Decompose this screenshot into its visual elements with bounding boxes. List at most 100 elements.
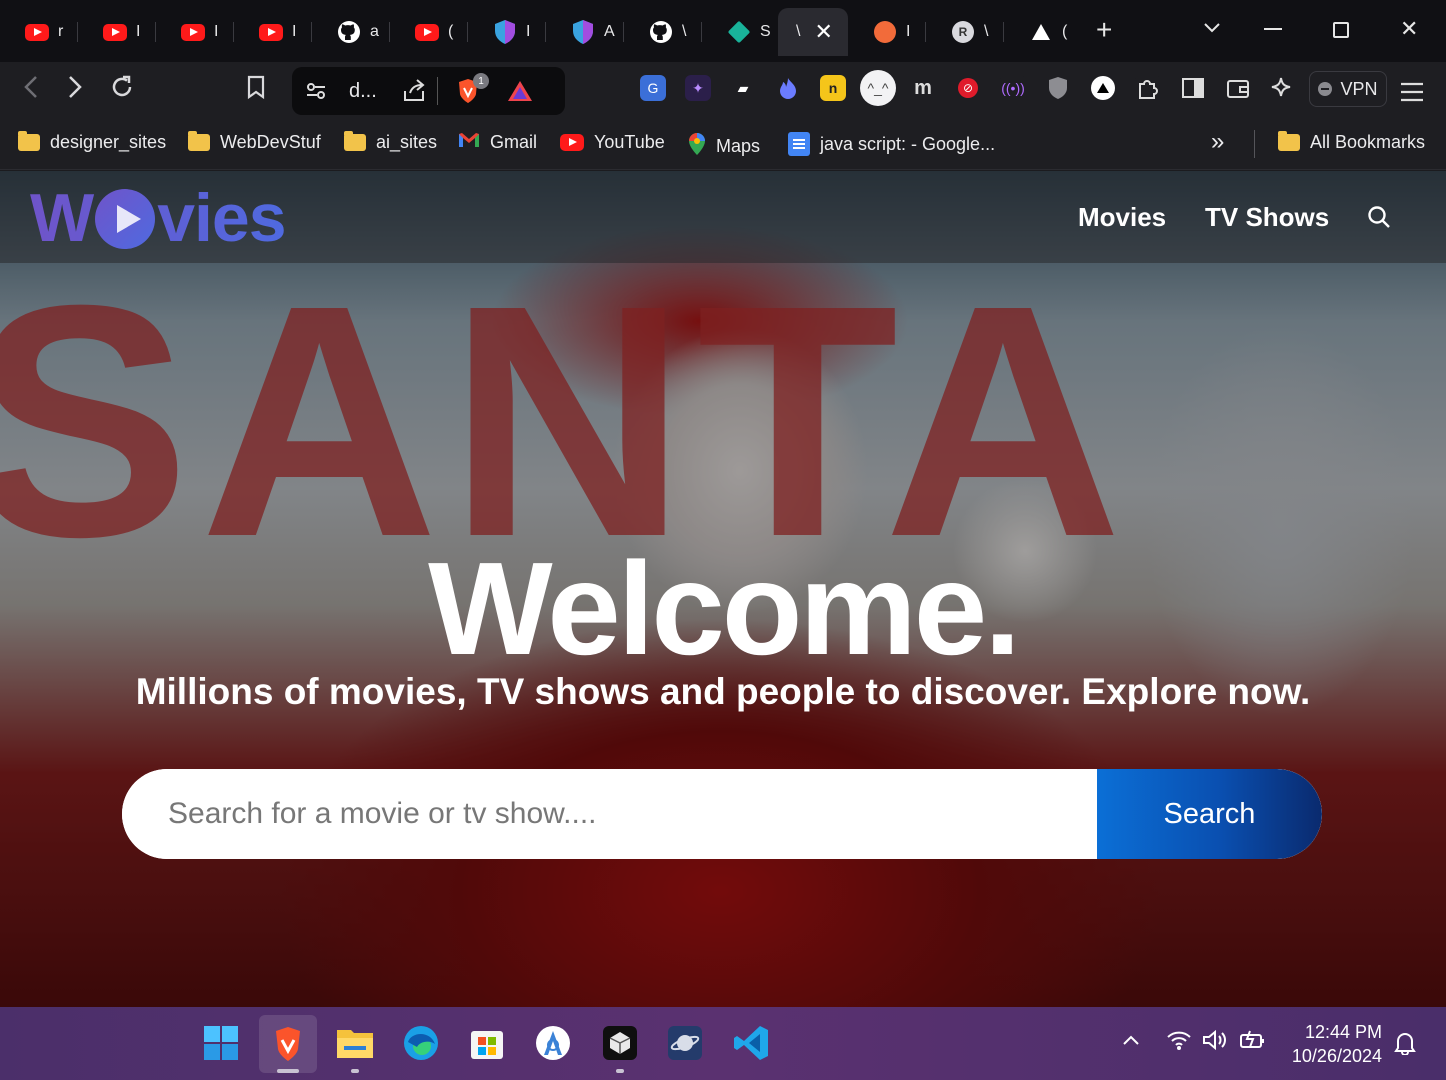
orange-app-icon: [872, 21, 898, 43]
bookmark-item[interactable]: designer_sites: [18, 131, 166, 153]
tab[interactable]: I: [156, 8, 234, 56]
google-docs-icon: [788, 132, 810, 156]
all-bookmarks-button[interactable]: All Bookmarks: [1278, 131, 1425, 153]
search-input[interactable]: [122, 769, 1097, 859]
wifi-icon[interactable]: [1166, 1029, 1192, 1057]
search-icon[interactable]: [1367, 205, 1391, 229]
diamond-icon: [726, 20, 752, 44]
tab[interactable]: \: [624, 8, 702, 56]
tab[interactable]: (: [390, 8, 468, 56]
android-studio-icon[interactable]: [534, 1024, 572, 1062]
youtube-icon: [258, 23, 284, 41]
site-settings-icon[interactable]: [305, 80, 327, 108]
folder-icon: [18, 131, 40, 151]
volume-icon[interactable]: [1202, 1029, 1228, 1057]
wallet-icon[interactable]: [1225, 75, 1251, 101]
main-menu-icon[interactable]: [1400, 78, 1424, 108]
bookmark-item[interactable]: YouTube: [560, 132, 665, 153]
block-extension-icon[interactable]: ⊘: [955, 75, 981, 101]
vpn-button[interactable]: VPN: [1309, 71, 1387, 107]
file-explorer-icon[interactable]: [336, 1024, 374, 1062]
tab-active[interactable]: \ ✕: [778, 8, 848, 56]
broadcast-extension-icon[interactable]: ((•)): [1000, 75, 1026, 101]
cursor-app-icon[interactable]: [601, 1024, 639, 1062]
tab-search-chevron-icon[interactable]: [1203, 14, 1221, 40]
site-header: Wvies Movies TV Shows: [0, 171, 1446, 263]
bookmark-icon[interactable]: [245, 74, 267, 106]
windows-taskbar: 12:44 PM 10/26/2024: [0, 1007, 1446, 1080]
back-button[interactable]: [22, 74, 40, 106]
brave-rewards-icon[interactable]: [506, 79, 534, 109]
tab[interactable]: I: [78, 8, 156, 56]
battery-charging-icon[interactable]: [1238, 1029, 1266, 1057]
tab[interactable]: (: [1004, 8, 1082, 56]
ai-sparkle-extension-icon[interactable]: ✦: [685, 75, 711, 101]
bookmark-item[interactable]: Gmail: [458, 132, 537, 153]
leo-ai-icon[interactable]: [1270, 75, 1296, 101]
tab[interactable]: a: [312, 8, 390, 56]
vscode-icon[interactable]: [732, 1024, 770, 1062]
sidebar-toggle-icon[interactable]: [1180, 75, 1206, 101]
minimize-button[interactable]: [1264, 28, 1282, 30]
tab-strip: r I I I a ( I A \ S \ ✕ I R \ ( + ✕: [0, 0, 1446, 62]
maps-pin-icon: [688, 132, 706, 161]
app-indicator: [616, 1069, 624, 1073]
bookmark-item[interactable]: Maps: [688, 132, 760, 161]
tray-overflow-chevron[interactable]: [1122, 1029, 1140, 1052]
extensions-puzzle-icon[interactable]: [1135, 75, 1161, 101]
search-button[interactable]: Search: [1097, 769, 1322, 859]
gmail-icon: [458, 132, 480, 153]
url-text[interactable]: d...: [349, 80, 377, 103]
youtube-icon: [24, 23, 50, 41]
youtube-icon: [102, 23, 128, 41]
nav-tv-shows-link[interactable]: TV Shows: [1205, 202, 1329, 233]
nav-movies-link[interactable]: Movies: [1078, 202, 1166, 233]
clock-date: 10/26/2024: [1291, 1046, 1382, 1066]
system-clock[interactable]: 12:44 PM 10/26/2024: [1286, 1020, 1382, 1068]
vercel-extension-icon[interactable]: [1090, 75, 1116, 101]
edge-icon[interactable]: [402, 1024, 440, 1062]
tab[interactable]: R \: [926, 8, 1004, 56]
github-icon: [336, 21, 362, 43]
shield-icon: [492, 20, 518, 44]
tab[interactable]: I: [848, 8, 926, 56]
m-extension-icon[interactable]: m: [910, 75, 936, 101]
youtube-icon: [560, 134, 584, 151]
tab[interactable]: r: [0, 8, 78, 56]
google-translate-extension-icon[interactable]: G: [640, 75, 666, 101]
reload-button[interactable]: [109, 74, 135, 106]
tab[interactable]: I: [234, 8, 312, 56]
forward-button[interactable]: [66, 74, 84, 106]
bookmark-item[interactable]: WebDevStuf: [188, 131, 321, 153]
windows-start-icon[interactable]: [202, 1024, 240, 1062]
brave-browser-icon[interactable]: [259, 1015, 317, 1073]
vpn-status-icon: [1318, 82, 1333, 96]
shield-icon: [570, 20, 596, 44]
site-logo[interactable]: Wvies: [30, 179, 286, 257]
close-window-button[interactable]: ✕: [1400, 16, 1418, 42]
bookmark-item[interactable]: java script: - Google...: [788, 132, 995, 156]
screen-capture-extension-icon[interactable]: ▰: [730, 75, 756, 101]
tab[interactable]: A: [546, 8, 624, 56]
planet-app-icon[interactable]: [666, 1024, 704, 1062]
address-bar[interactable]: d... 1: [292, 67, 565, 115]
more-bookmarks-chevron[interactable]: »: [1211, 128, 1224, 156]
youtube-icon: [180, 23, 206, 41]
hero-title: Welcome.: [428, 535, 1021, 682]
microsoft-store-icon[interactable]: [468, 1024, 506, 1062]
shield-extension-icon[interactable]: [1045, 75, 1071, 101]
tab[interactable]: S: [702, 8, 778, 56]
close-tab-icon[interactable]: ✕: [814, 19, 832, 45]
maximize-button[interactable]: [1333, 22, 1349, 38]
notion-like-extension-icon[interactable]: n: [820, 75, 846, 101]
notifications-bell-icon[interactable]: [1394, 1031, 1416, 1061]
new-tab-button[interactable]: +: [1096, 14, 1112, 46]
flame-extension-icon[interactable]: [775, 75, 801, 101]
folder-icon: [1278, 131, 1300, 151]
active-app-indicator: [277, 1069, 299, 1073]
bookmark-item[interactable]: ai_sites: [344, 131, 437, 153]
youtube-icon: [414, 23, 440, 41]
ghost-extension-icon[interactable]: ^_^: [860, 70, 896, 106]
share-icon[interactable]: [402, 79, 428, 109]
tab[interactable]: I: [468, 8, 546, 56]
